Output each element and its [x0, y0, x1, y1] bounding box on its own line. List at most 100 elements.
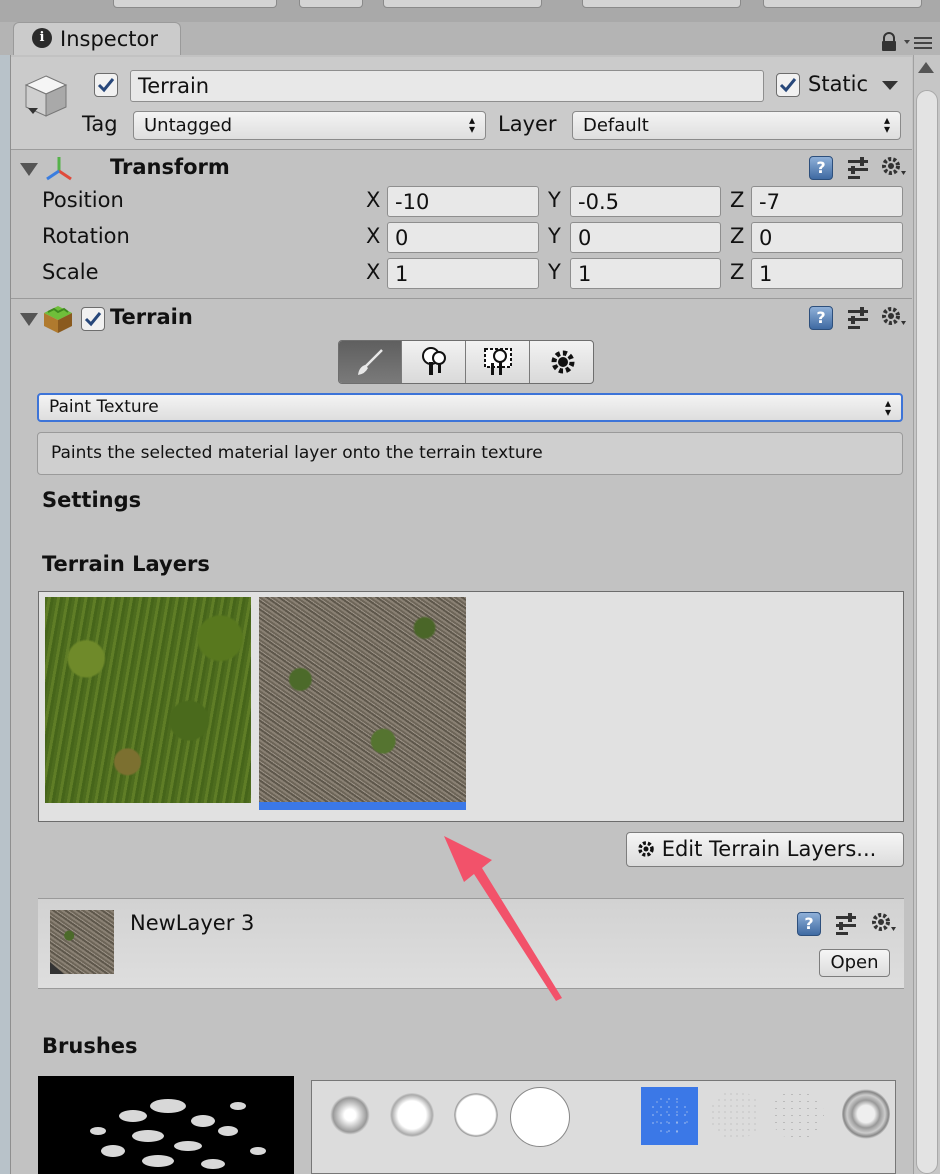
toolbar-button[interactable] [763, 0, 922, 8]
brush-hard-large[interactable] [510, 1087, 570, 1147]
brushes-heading: Brushes [42, 1034, 138, 1058]
brush-noise-2[interactable] [710, 1091, 760, 1139]
tool-terrain-settings[interactable] [531, 341, 593, 383]
tool-paint-details[interactable] [467, 341, 530, 383]
scale-x-field[interactable]: 1 [387, 258, 539, 289]
active-checkbox[interactable] [94, 73, 118, 97]
terrain-layer-thumb-grass[interactable] [45, 597, 251, 803]
brush-soft-small[interactable] [330, 1095, 370, 1135]
brush-grid [311, 1080, 896, 1174]
terrain-enabled-checkbox[interactable] [81, 307, 105, 331]
axis-z-label: Z [730, 224, 745, 248]
brush-noise-preview [90, 1099, 266, 1169]
edit-terrain-layers-label: Edit Terrain Layers... [661, 837, 877, 861]
position-y-field[interactable]: -0.5 [570, 186, 721, 217]
static-label: Static [808, 72, 869, 96]
scale-z-field[interactable]: 1 [751, 258, 903, 289]
preset-icon[interactable] [846, 306, 870, 330]
lock-icon[interactable] [880, 32, 898, 52]
axis-z-label: Z [730, 188, 745, 212]
terrain-layers-heading: Terrain Layers [42, 552, 210, 576]
scene-edge [0, 55, 10, 1174]
toolbar-button[interactable] [582, 0, 741, 8]
brush-noise-3[interactable] [772, 1091, 824, 1139]
updown-icon: ▴ ▾ [468, 113, 475, 136]
tag-value: Untagged [144, 115, 233, 136]
gear-icon[interactable] [880, 155, 906, 179]
scrollbar-thumb[interactable] [916, 90, 938, 1174]
terrain-tool-dropdown[interactable]: Paint Texture ▴ ▾ [37, 393, 903, 422]
scale-y-field[interactable]: 1 [570, 258, 721, 289]
brush-noise-selected-pattern [649, 1095, 689, 1135]
layer-label: Layer [498, 112, 557, 136]
help-icon[interactable]: ? [797, 912, 821, 936]
help-box: Paints the selected material layer onto … [37, 432, 903, 475]
menu-icon[interactable] [904, 36, 934, 50]
object-name-input[interactable]: Terrain [130, 70, 764, 102]
settings-heading: Settings [42, 488, 142, 512]
gear-icon [638, 841, 654, 857]
terrain-foldout-icon[interactable] [20, 313, 38, 326]
brush-noise-1[interactable] [582, 1095, 626, 1135]
component-separator [11, 298, 912, 299]
terrain-tool-toolbar [338, 340, 594, 384]
static-dropdown-icon[interactable] [882, 81, 898, 90]
help-icon[interactable]: ? [809, 306, 833, 330]
tool-paint-trees[interactable] [403, 341, 466, 383]
rotation-x-field[interactable]: 0 [387, 222, 539, 253]
transform-foldout-icon[interactable] [20, 163, 38, 176]
brush-cloud[interactable] [842, 1089, 890, 1139]
terrain-layer-thumb-dirt[interactable] [259, 597, 466, 803]
thumbnail-corner-icon [50, 962, 64, 974]
toolbar-button[interactable] [299, 0, 363, 8]
rotation-y-field[interactable]: 0 [570, 222, 721, 253]
toolbar-button[interactable] [113, 0, 277, 8]
checkmark-icon [97, 78, 115, 93]
axis-x-label: X [366, 188, 381, 212]
brush-hard-medium[interactable] [454, 1093, 498, 1137]
updown-icon: ▴ ▾ [884, 396, 891, 419]
paintbrush-icon [358, 349, 383, 375]
selected-layer-indicator [259, 802, 466, 810]
axis-y-label: Y [548, 224, 561, 248]
open-button[interactable]: Open [819, 949, 890, 977]
toolbar-button[interactable] [383, 0, 542, 8]
scale-label: Scale [42, 260, 99, 284]
layer-dropdown[interactable]: Default ▴ ▾ [572, 111, 901, 140]
checkmark-icon [84, 312, 102, 327]
scroll-up-icon[interactable] [918, 62, 934, 73]
axis-y-label: Y [548, 260, 561, 284]
gameobject-cube-icon [24, 75, 68, 117]
gear-icon[interactable] [880, 305, 906, 329]
tag-dropdown[interactable]: Untagged ▴ ▾ [133, 111, 486, 140]
edit-terrain-layers-button[interactable]: Edit Terrain Layers... [626, 832, 904, 867]
position-z-field[interactable]: -7 [751, 186, 903, 217]
brush-selected-noise[interactable] [641, 1087, 698, 1145]
settings-gear-icon [551, 350, 574, 374]
axis-y-label: Y [548, 188, 561, 212]
info-icon: i [32, 28, 52, 48]
static-checkbox[interactable] [776, 73, 800, 97]
tag-label: Tag [82, 112, 118, 136]
preset-icon[interactable] [846, 156, 870, 180]
preset-icon[interactable] [834, 912, 858, 936]
tool-paint-terrain[interactable] [339, 341, 402, 383]
transform-axis-icon [46, 157, 72, 181]
gear-icon[interactable] [870, 911, 896, 935]
brush-preview [38, 1076, 294, 1174]
terrain-tool-value: Paint Texture [49, 397, 159, 417]
checkmark-icon [779, 78, 797, 93]
rotation-z-field[interactable]: 0 [751, 222, 903, 253]
layer-value: Default [583, 115, 649, 136]
tab-label: Inspector [60, 27, 158, 51]
position-x-field[interactable]: -10 [387, 186, 539, 217]
transform-title: Transform [110, 155, 230, 179]
terrain-title: Terrain [110, 305, 193, 329]
layer-name: NewLayer 3 [130, 911, 255, 935]
axis-z-label: Z [730, 260, 745, 284]
terrain-icon [44, 306, 72, 333]
updown-icon: ▴ ▾ [883, 113, 890, 136]
brush-soft-medium[interactable] [390, 1093, 434, 1137]
annotation-arrow-icon [444, 836, 562, 1001]
help-icon[interactable]: ? [809, 156, 833, 180]
